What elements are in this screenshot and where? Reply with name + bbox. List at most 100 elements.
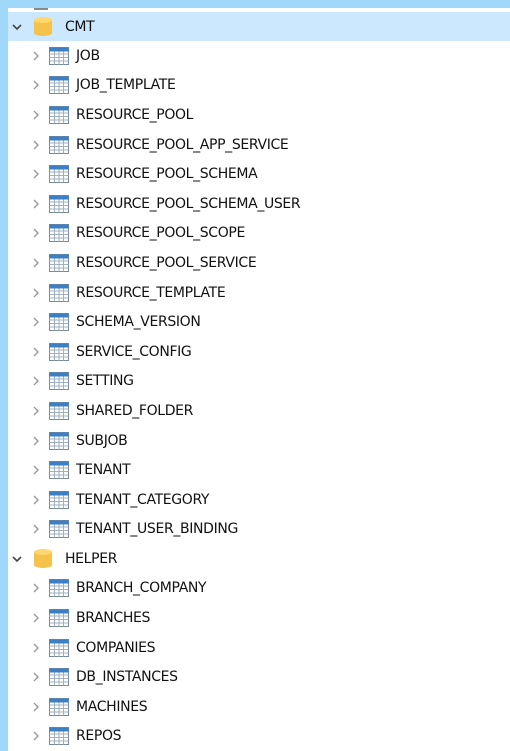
table-node[interactable]: SHARED_FOLDER xyxy=(8,396,510,426)
table-icon xyxy=(49,135,69,154)
object-browser-panel: CMT JOB JOB_TEMPLATE RESOURCE_POOL RESOURCE_… xyxy=(8,8,510,751)
table-icon xyxy=(49,579,69,598)
table-icon xyxy=(49,490,69,509)
table-icon xyxy=(49,401,69,420)
table-icon xyxy=(49,105,69,124)
chevron-right-icon[interactable] xyxy=(30,435,42,447)
table-label: SCHEMA_VERSION xyxy=(76,314,201,331)
table-icon xyxy=(49,727,69,746)
table-node[interactable]: RESOURCE_POOL_SERVICE xyxy=(8,248,510,278)
table-icon xyxy=(49,165,69,184)
chevron-right-icon[interactable] xyxy=(30,494,42,506)
table-node[interactable]: JOB_TEMPLATE xyxy=(8,71,510,101)
table-label: RESOURCE_POOL_APP_SERVICE xyxy=(76,136,289,153)
table-label: RESOURCE_POOL_SCHEMA xyxy=(76,166,258,183)
table-label: SERVICE_CONFIG xyxy=(76,343,192,360)
chevron-right-icon[interactable] xyxy=(30,612,42,624)
table-node[interactable]: MACHINES xyxy=(8,692,510,722)
table-label: TENANT_CATEGORY xyxy=(76,491,210,508)
table-icon xyxy=(49,638,69,657)
table-node[interactable]: JOB xyxy=(8,41,510,71)
chevron-right-icon[interactable] xyxy=(30,464,42,476)
table-label: RESOURCE_POOL xyxy=(76,106,194,123)
chevron-right-icon[interactable] xyxy=(30,109,42,121)
table-label: MACHINES xyxy=(76,698,148,715)
table-label: RESOURCE_TEMPLATE xyxy=(76,284,226,301)
chevron-right-icon[interactable] xyxy=(30,642,42,654)
table-label: RESOURCE_POOL_SCHEMA_USER xyxy=(76,195,301,212)
chevron-right-icon[interactable] xyxy=(30,79,42,91)
table-icon xyxy=(49,342,69,361)
table-label: BRANCHES xyxy=(76,610,151,627)
table-icon xyxy=(49,253,69,272)
table-node[interactable]: SETTING xyxy=(8,367,510,397)
table-icon xyxy=(49,46,69,65)
table-node[interactable]: BRANCHES xyxy=(8,603,510,633)
table-icon xyxy=(49,697,69,716)
table-icon xyxy=(49,224,69,243)
chevron-right-icon[interactable] xyxy=(30,257,42,269)
table-node[interactable]: BRANCH_COMPANY xyxy=(8,574,510,604)
table-icon xyxy=(49,76,69,95)
database-icon xyxy=(32,548,54,570)
table-node[interactable]: TENANT_USER_BINDING xyxy=(8,515,510,545)
table-label: COMPANIES xyxy=(76,639,156,656)
tree-connector-line xyxy=(34,8,48,10)
table-icon xyxy=(49,313,69,332)
chevron-right-icon[interactable] xyxy=(30,671,42,683)
chevron-right-icon[interactable] xyxy=(30,405,42,417)
table-node[interactable]: SUBJOB xyxy=(8,426,510,456)
table-node[interactable]: RESOURCE_POOL_SCOPE xyxy=(8,219,510,249)
table-icon xyxy=(49,194,69,213)
table-icon xyxy=(49,283,69,302)
table-label: JOB xyxy=(76,47,100,64)
table-node[interactable]: RESOURCE_TEMPLATE xyxy=(8,278,510,308)
table-label: JOB_TEMPLATE xyxy=(76,77,176,94)
table-node[interactable]: RESOURCE_POOL_SCHEMA xyxy=(8,159,510,189)
table-node[interactable]: RESOURCE_POOL_APP_SERVICE xyxy=(8,130,510,160)
chevron-right-icon[interactable] xyxy=(30,523,42,535)
table-icon xyxy=(49,372,69,391)
table-icon xyxy=(49,431,69,450)
table-node[interactable]: RESOURCE_POOL xyxy=(8,100,510,130)
chevron-right-icon[interactable] xyxy=(30,287,42,299)
table-node[interactable]: SERVICE_CONFIG xyxy=(8,337,510,367)
chevron-right-icon[interactable] xyxy=(30,375,42,387)
chevron-down-icon[interactable] xyxy=(8,553,26,565)
chevron-right-icon[interactable] xyxy=(30,227,42,239)
chevron-right-icon[interactable] xyxy=(30,346,42,358)
table-label: TENANT xyxy=(76,462,131,479)
table-label: SUBJOB xyxy=(76,432,128,449)
table-icon xyxy=(49,520,69,539)
table-icon xyxy=(49,461,69,480)
table-icon xyxy=(49,609,69,628)
chevron-right-icon[interactable] xyxy=(30,701,42,713)
chevron-right-icon[interactable] xyxy=(30,730,42,742)
table-label: RESOURCE_POOL_SCOPE xyxy=(76,225,245,242)
table-node[interactable]: REPOS xyxy=(8,722,510,751)
table-label: DB_INSTANCES xyxy=(76,669,178,686)
table-node[interactable]: RESOURCE_POOL_SCHEMA_USER xyxy=(8,189,510,219)
chevron-right-icon[interactable] xyxy=(30,139,42,151)
schema-tree: CMT JOB JOB_TEMPLATE RESOURCE_POOL RESOURCE_… xyxy=(8,12,510,751)
table-label: BRANCH_COMPANY xyxy=(76,580,207,597)
chevron-right-icon[interactable] xyxy=(30,316,42,328)
table-label: REPOS xyxy=(76,728,122,745)
database-node-cmt[interactable]: CMT xyxy=(8,12,510,41)
chevron-down-icon[interactable] xyxy=(8,21,26,33)
database-label: HELPER xyxy=(65,550,118,567)
table-node[interactable]: COMPANIES xyxy=(8,633,510,663)
table-label: SHARED_FOLDER xyxy=(76,402,194,419)
table-icon xyxy=(49,668,69,687)
table-node[interactable]: TENANT xyxy=(8,455,510,485)
database-node-helper[interactable]: HELPER xyxy=(8,544,510,574)
table-node[interactable]: SCHEMA_VERSION xyxy=(8,307,510,337)
table-label: SETTING xyxy=(76,373,134,390)
table-node[interactable]: TENANT_CATEGORY xyxy=(8,485,510,515)
table-label: RESOURCE_POOL_SERVICE xyxy=(76,254,257,271)
chevron-right-icon[interactable] xyxy=(30,198,42,210)
chevron-right-icon[interactable] xyxy=(30,168,42,180)
chevron-right-icon[interactable] xyxy=(30,582,42,594)
table-node[interactable]: DB_INSTANCES xyxy=(8,662,510,692)
chevron-right-icon[interactable] xyxy=(30,50,42,62)
